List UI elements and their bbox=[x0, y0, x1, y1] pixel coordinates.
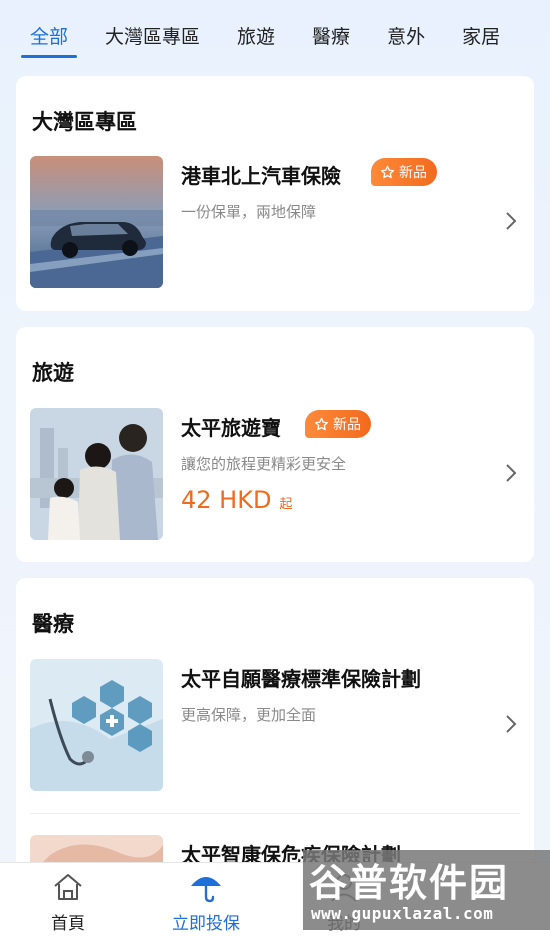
section-card-travel: 旅遊 太平旅遊寶 新品 讓您的旅程更精彩更安全 42 HKD 起 bbox=[16, 327, 534, 562]
nav-buy-now[interactable]: 立即投保 bbox=[146, 863, 266, 936]
product-description: 一份保單，兩地保障 bbox=[181, 203, 317, 221]
tab-travel[interactable]: 旅遊 bbox=[237, 0, 275, 49]
nav-home[interactable]: 首頁 bbox=[8, 863, 128, 936]
product-image-car bbox=[30, 156, 163, 288]
product-item-medical[interactable]: 太平自願醫療標準保險計劃 更高保障，更加全面 bbox=[30, 659, 520, 791]
tab-accident[interactable]: 意外 bbox=[387, 0, 425, 49]
product-description: 更高保障，更加全面 bbox=[181, 706, 317, 724]
divider bbox=[30, 813, 520, 814]
product-image-medical bbox=[30, 659, 163, 791]
new-badge: 新品 bbox=[371, 158, 437, 186]
star-icon bbox=[380, 165, 395, 178]
product-name: 港車北上汽車保險 bbox=[181, 164, 341, 188]
watermark: 谷普软件园 www.gupuxlazal.com bbox=[303, 850, 550, 930]
watermark-title: 谷普软件园 bbox=[309, 861, 510, 905]
product-name: 太平旅遊寶 bbox=[181, 416, 281, 440]
product-item-travel[interactable]: 太平旅遊寶 新品 讓您的旅程更精彩更安全 42 HKD 起 bbox=[30, 408, 520, 540]
product-item-car-insurance[interactable]: 港車北上汽車保險 新品 一份保單，兩地保障 bbox=[30, 156, 520, 288]
section-title: 大灣區專區 bbox=[32, 110, 137, 134]
home-icon bbox=[54, 874, 82, 900]
star-icon bbox=[314, 417, 329, 430]
umbrella-icon bbox=[191, 877, 221, 903]
price-amount: 42 HKD bbox=[181, 486, 272, 514]
product-image-family bbox=[30, 408, 163, 540]
price-suffix: 起 bbox=[279, 497, 293, 512]
section-card-gba: 大灣區專區 港車北上汽車保險 新品 一份保單，兩地保障 bbox=[16, 76, 534, 311]
chevron-right-icon bbox=[506, 212, 517, 230]
product-description: 讓您的旅程更精彩更安全 bbox=[181, 455, 347, 473]
product-name: 太平自願醫療標準保險計劃 bbox=[181, 667, 421, 691]
tab-all[interactable]: 全部 bbox=[20, 0, 78, 58]
tab-home[interactable]: 家居 bbox=[462, 0, 500, 49]
nav-label: 首頁 bbox=[51, 914, 85, 934]
new-badge: 新品 bbox=[305, 410, 371, 438]
badge-label: 新品 bbox=[333, 417, 361, 433]
chevron-right-icon bbox=[506, 464, 517, 482]
section-title: 旅遊 bbox=[32, 361, 74, 385]
watermark-url: www.gupuxlazal.com bbox=[311, 904, 494, 923]
tab-greater-bay-area[interactable]: 大灣區專區 bbox=[105, 0, 200, 49]
nav-label: 立即投保 bbox=[172, 914, 240, 934]
tab-medical[interactable]: 醫療 bbox=[312, 0, 350, 49]
category-tabs: 全部 大灣區專區 旅遊 醫療 意外 家居 bbox=[0, 0, 550, 62]
product-price: 42 HKD 起 bbox=[181, 486, 292, 514]
badge-label: 新品 bbox=[399, 165, 427, 181]
chevron-right-icon bbox=[506, 715, 517, 733]
section-title: 醫療 bbox=[32, 612, 74, 636]
